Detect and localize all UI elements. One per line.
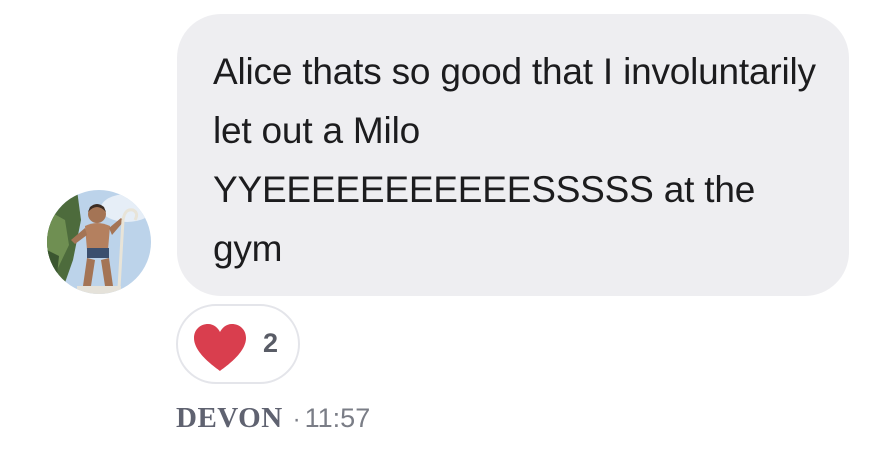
message-text: Alice thats so good that I involuntarily… — [213, 51, 816, 269]
heart-icon — [194, 324, 246, 371]
timestamp: 11:57 — [304, 403, 371, 433]
separator-dot: · — [292, 406, 301, 433]
avatar[interactable] — [47, 190, 151, 294]
message-meta: DEVON · 11:57 — [176, 402, 370, 438]
author-name[interactable]: DEVON — [176, 402, 283, 435]
reaction-count: 2 — [263, 328, 279, 358]
reaction-button[interactable]: 2 — [176, 304, 300, 384]
message-bubble[interactable]: Alice thats so good that I involuntarily… — [177, 14, 849, 296]
avatar-photo — [47, 190, 151, 294]
